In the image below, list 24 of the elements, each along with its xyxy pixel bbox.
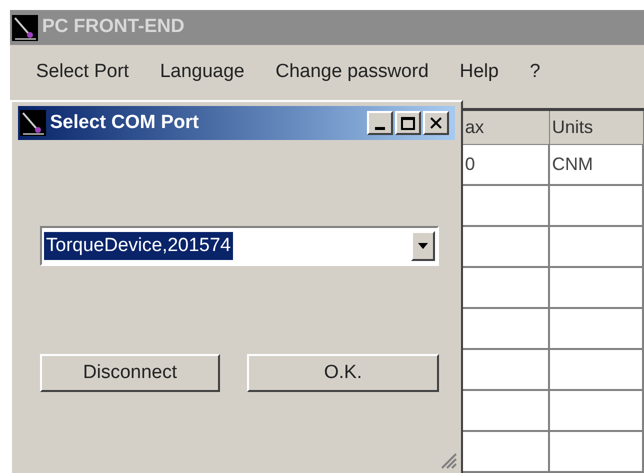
dialog-button[interactable]: Disconnect — [40, 354, 220, 392]
maximize-button[interactable] — [395, 111, 421, 135]
table-cell: 0 — [463, 145, 550, 186]
dialog-title: Select COM Port — [50, 110, 200, 135]
window-title: PC FRONT-END — [42, 15, 184, 40]
resize-grip-icon — [439, 451, 457, 469]
column-header: Units — [550, 111, 644, 145]
caret-icon — [418, 243, 428, 249]
menu-item[interactable]: ? — [530, 58, 540, 87]
dialog-button[interactable]: O.K. — [247, 354, 439, 392]
column-header: ax — [463, 111, 550, 145]
dropdown-button[interactable] — [411, 231, 435, 261]
menu-item[interactable]: Select Port — [36, 58, 129, 87]
close-icon — [430, 117, 442, 129]
combo-box[interactable]: TorqueDevice,201574 — [40, 226, 439, 266]
app-icon — [20, 110, 46, 136]
minimize-button[interactable] — [367, 111, 393, 135]
menu-item[interactable]: Language — [160, 58, 244, 87]
combo-value: TorqueDevice,201574 — [44, 232, 233, 260]
table-cell: CNM — [550, 145, 644, 186]
close-button[interactable] — [423, 111, 449, 135]
menu-item[interactable]: Help — [460, 58, 499, 87]
app-icon — [12, 14, 38, 41]
menu-item[interactable]: Change password — [275, 58, 429, 87]
